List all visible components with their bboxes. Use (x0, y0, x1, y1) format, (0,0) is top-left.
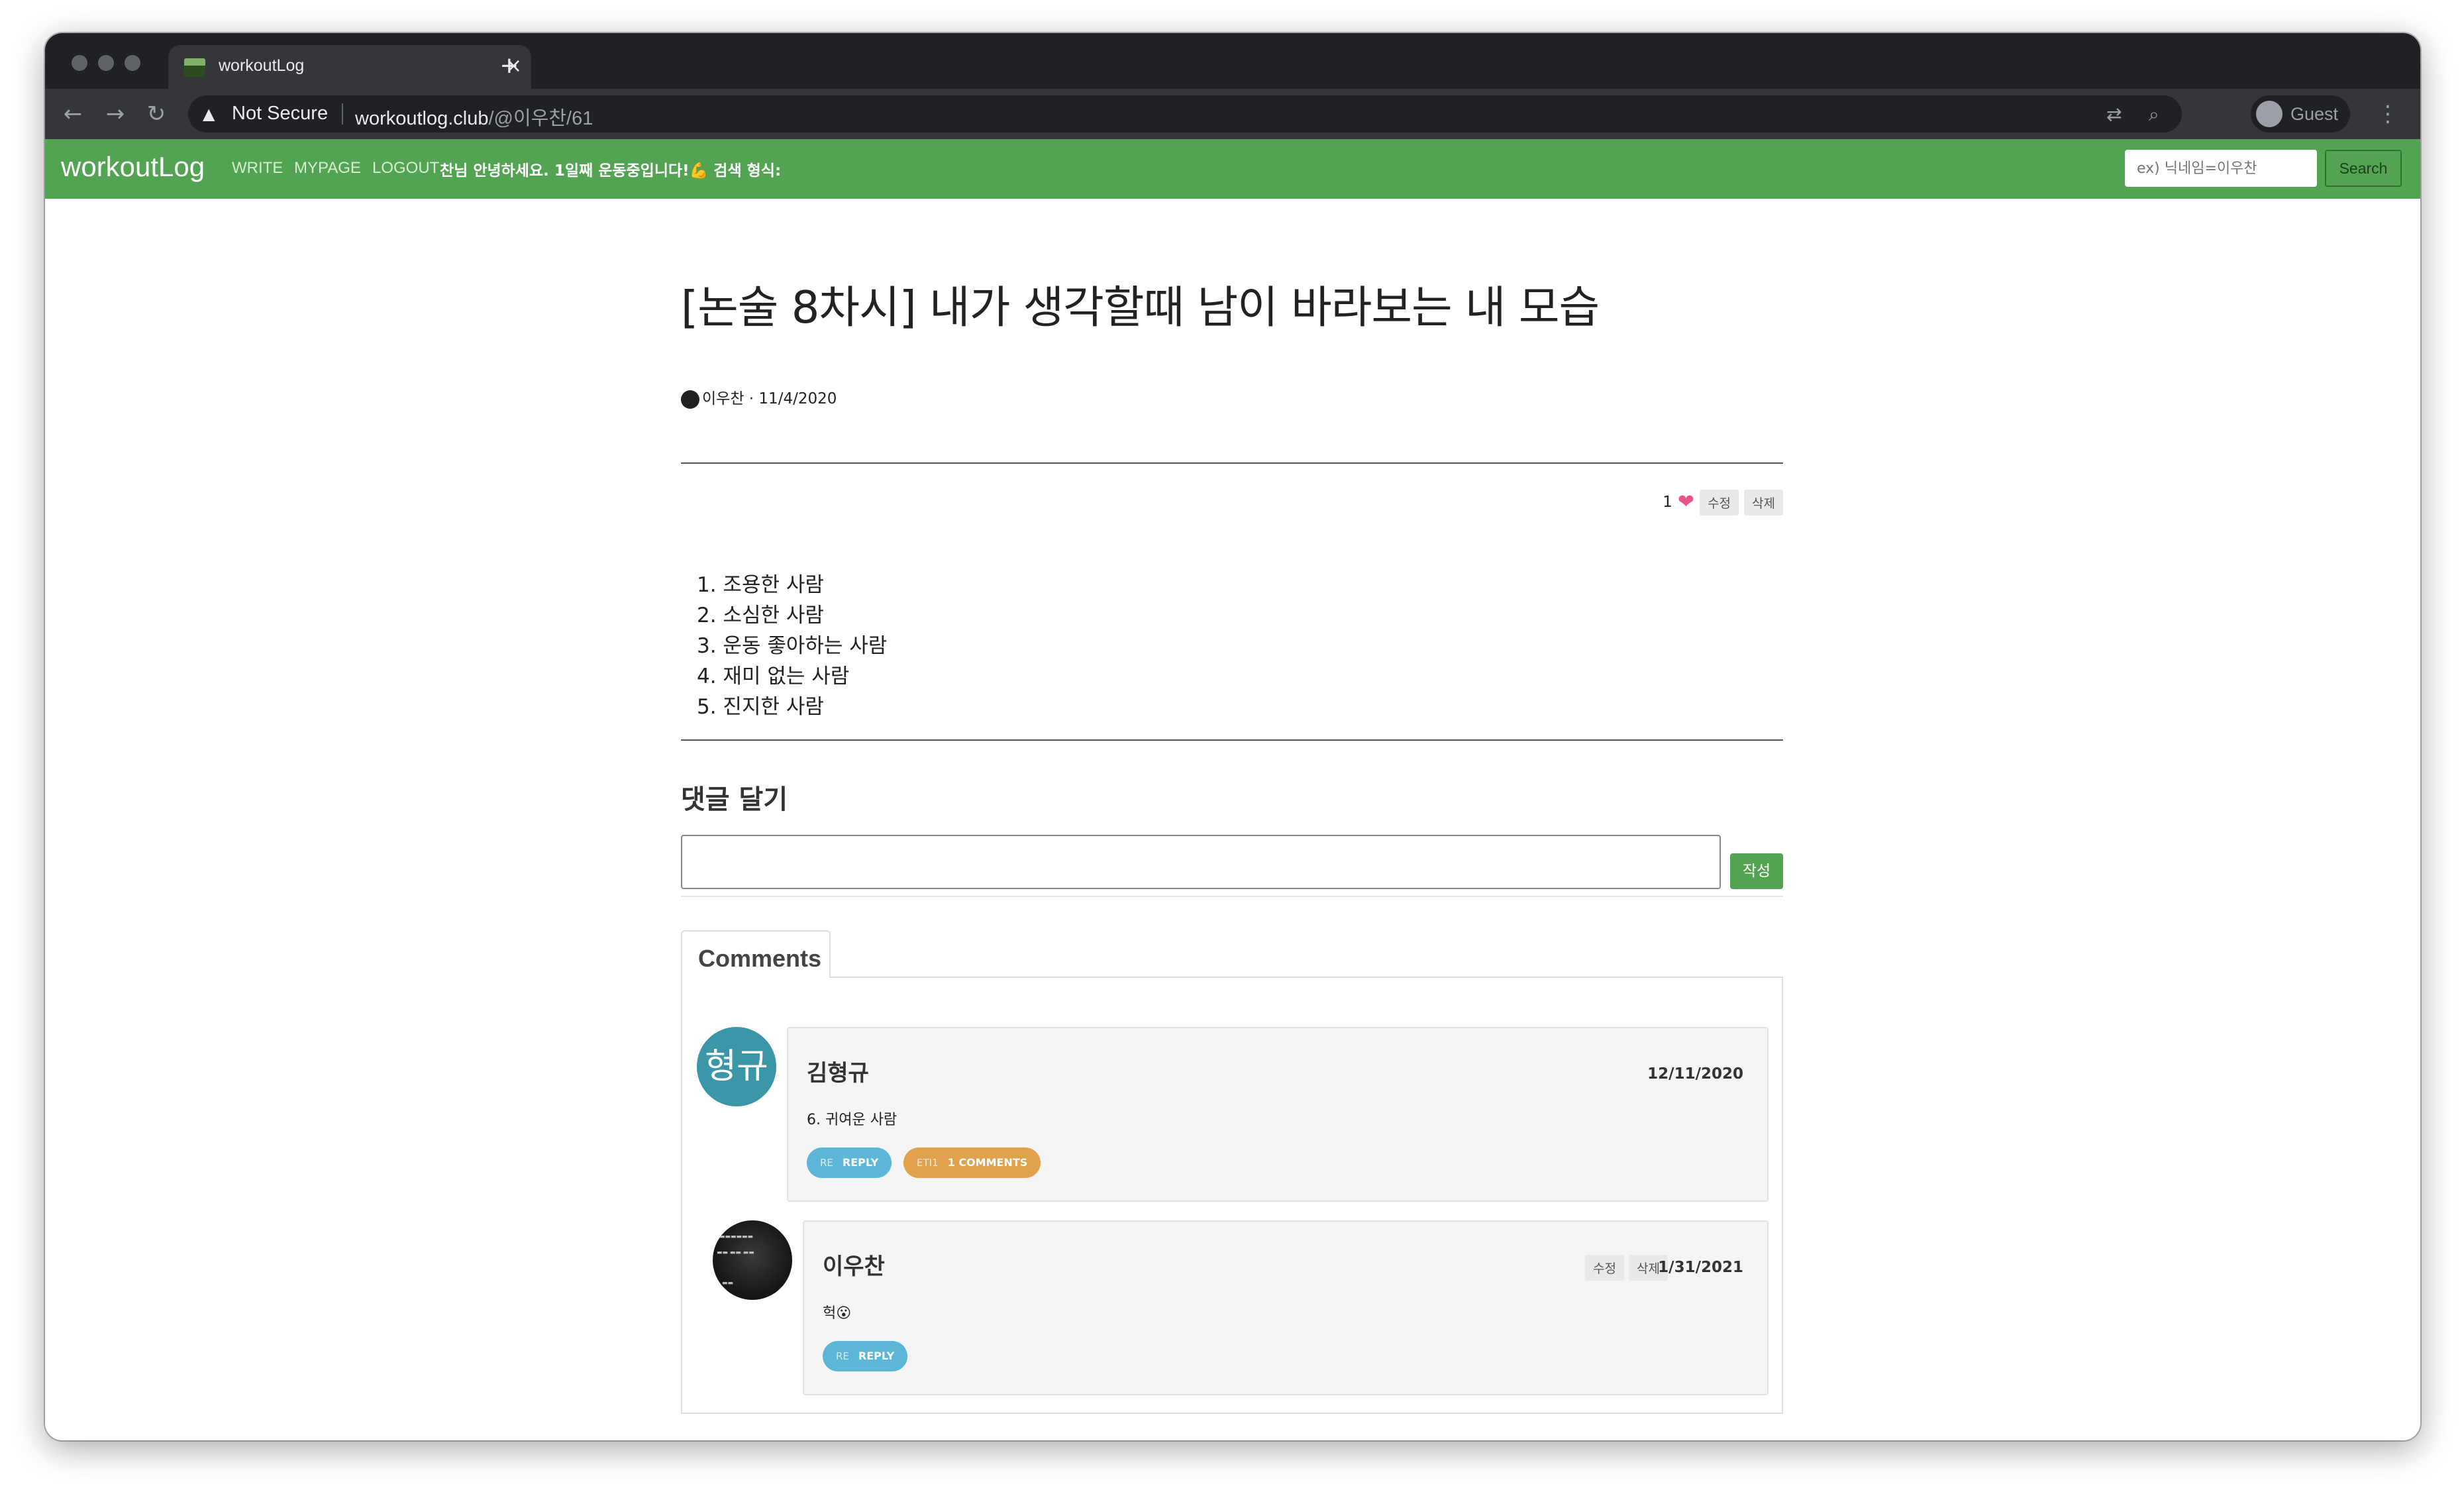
comment-input[interactable] (681, 835, 1721, 889)
search-input[interactable] (2125, 150, 2317, 187)
reply-button[interactable]: RE REPLY (807, 1148, 892, 1178)
comments-panel: 형규 김형규 12/11/2020 6. 귀여운 사람 RE REPLY ETI1… (681, 977, 1783, 1414)
greeting-text: 찬님 안녕하세요. 1일째 운동중입니다!💪 검색 형식: (440, 162, 782, 180)
browser-tab[interactable]: workoutLog × (168, 45, 531, 89)
security-label: Not Secure (232, 103, 329, 124)
profile-button[interactable]: Guest (2251, 95, 2350, 133)
post-author[interactable]: 이우찬 (702, 390, 744, 407)
edit-post-button[interactable]: 수정 (1700, 489, 1739, 515)
view-replies-button[interactable]: ETI1 1 COMMENTS (903, 1148, 1041, 1178)
comment-card: 김형규 12/11/2020 6. 귀여운 사람 RE REPLY ETI1 1 C… (787, 1027, 1769, 1202)
tab-comments[interactable]: Comments (681, 930, 831, 978)
tab-strip: workoutLog × + (45, 33, 2420, 89)
divider (681, 462, 1783, 464)
list-item: 4. 재미 없는 사람 (697, 665, 850, 688)
comments-prefix: ETI1 (917, 1157, 939, 1169)
minimize-window-button[interactable] (98, 55, 114, 71)
divider (342, 103, 343, 125)
tab-title: workoutLog (219, 56, 305, 75)
site-logo[interactable]: workoutLog (61, 151, 205, 183)
list-item: 2. 소심한 사람 (697, 604, 824, 627)
divider (681, 739, 1783, 741)
site-navbar: workoutLog WRITE MYPAGE LOGOUT 찬님 안녕하세요.… (45, 139, 2420, 199)
maximize-window-button[interactable] (125, 55, 140, 71)
translate-icon[interactable]: ⇄ (2106, 103, 2122, 125)
edit-comment-button[interactable]: 수정 (1585, 1255, 1624, 1281)
heart-icon[interactable]: ❤ (1678, 492, 1694, 512)
back-arrow-icon[interactable]: ← (57, 98, 89, 130)
profile-label: Guest (2290, 104, 2339, 124)
comments-label: 1 COMMENTS (947, 1156, 1028, 1169)
comment-form-heading: 댓글 달기 (681, 784, 788, 815)
comment-text: 6. 귀여운 사람 (807, 1112, 898, 1128)
guest-avatar-icon (2256, 101, 2283, 127)
like-count: 1 (1663, 494, 1672, 511)
post-meta: 이우찬 · 11/4/2020 (681, 386, 837, 409)
new-tab-button[interactable]: + (501, 48, 518, 85)
post-body: 1. 조용한 사람 2. 소심한 사람 3. 운동 좋아하는 사람 4. 재미 … (697, 570, 887, 722)
url-host: workoutlog.club (355, 108, 489, 129)
nav-link-logout[interactable]: LOGOUT (372, 159, 439, 178)
comment-author: 김형규 (807, 1060, 869, 1087)
address-bar[interactable]: ▲ Not Secure workoutlog.club/@이우찬/61 ⇄ ⌕ (188, 95, 2182, 133)
list-item: 1. 조용한 사람 (697, 573, 824, 597)
comment-date: 1/31/2021 (1658, 1259, 1743, 1276)
reply-prefix: RE (820, 1157, 833, 1169)
post-date: 11/4/2020 (758, 390, 837, 407)
reply-button[interactable]: RE REPLY (823, 1341, 908, 1371)
forward-arrow-icon[interactable]: → (99, 98, 131, 130)
comment-text: 헉😮 (823, 1305, 852, 1322)
post-title: [논술 8차시] 내가 생각할때 남이 바라보는 내 모습 (681, 282, 1600, 333)
submit-comment-button[interactable]: 작성 (1730, 853, 1783, 889)
reply-label: REPLY (858, 1350, 895, 1362)
zoom-icon[interactable]: ⌕ (2149, 103, 2159, 126)
reply-prefix: RE (836, 1350, 849, 1362)
comment-date: 12/11/2020 (1647, 1065, 1743, 1083)
avatar: 형규 (697, 1027, 776, 1106)
reply-label: REPLY (842, 1156, 879, 1169)
more-menu-icon[interactable]: ⋮ (2377, 98, 2399, 130)
divider (681, 896, 1783, 897)
list-item: 3. 운동 좋아하는 사람 (697, 634, 888, 658)
post-actions: 1 ❤ 수정 삭제 (1663, 489, 1783, 515)
nav-link-mypage[interactable]: MYPAGE (294, 159, 361, 178)
close-window-button[interactable] (72, 55, 87, 71)
warning-icon: ▲ (203, 105, 215, 123)
delete-post-button[interactable]: 삭제 (1744, 489, 1783, 515)
author-avatar (681, 390, 699, 409)
list-item: 5. 진지한 사람 (697, 695, 824, 719)
avatar: ▬▬▬▬▬▬ ▬▬ ▬▬ ▬▬ ▬▬ (713, 1220, 792, 1300)
comment-author: 이우찬 (823, 1254, 885, 1280)
search-button[interactable]: Search (2325, 150, 2402, 187)
browser-toolbar: ← → ↻ ▲ Not Secure workoutlog.club/@이우찬/… (45, 89, 2420, 139)
browser-window: workoutLog × + ← → ↻ ▲ Not Secure workou… (45, 33, 2420, 1440)
reload-icon[interactable]: ↻ (140, 98, 172, 130)
url-path: /@이우찬/61 (488, 108, 593, 129)
favicon-icon (184, 58, 205, 77)
url-text[interactable]: workoutlog.club/@이우찬/61 (355, 103, 593, 131)
comment-card: 이우찬 수정 삭제 1/31/2021 헉😮 RE REPLY (803, 1220, 1769, 1395)
nav-link-write[interactable]: WRITE (232, 159, 283, 178)
